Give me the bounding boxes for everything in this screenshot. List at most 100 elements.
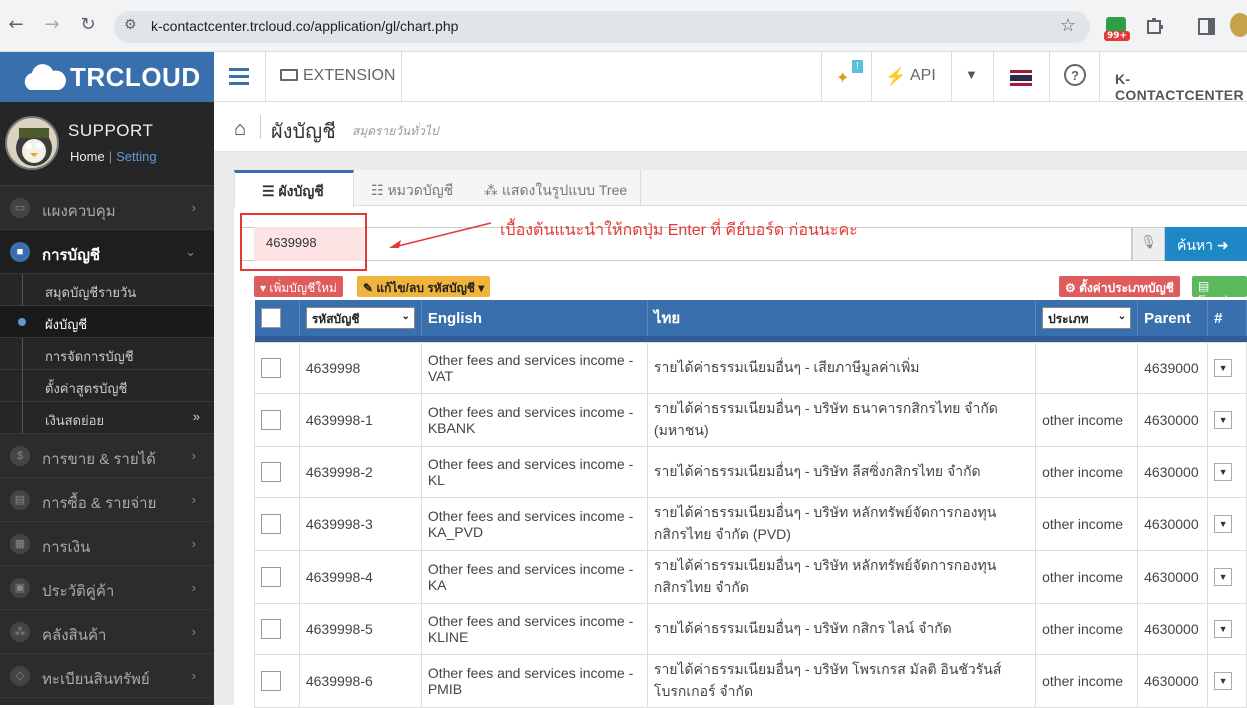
help-button[interactable]: ? — [1049, 52, 1099, 102]
thai-name: รายได้ค่าธรรมเนียมอื่นๆ - บริษัท กสิกร ไ… — [646, 602, 1037, 655]
chevron-right-icon: › — [191, 536, 196, 551]
table-row[interactable]: 4639998-4 Other fees and services income … — [254, 549, 1247, 604]
account-code: 4639998-2 — [298, 445, 422, 498]
menu-accounting[interactable]: ■ การบัญชี ⌄ — [0, 230, 214, 274]
hamburger-menu-icon[interactable] — [214, 52, 266, 102]
table-row[interactable]: 4639998-6 Other fees and services income … — [254, 653, 1247, 708]
account-code: 4639998-1 — [298, 392, 422, 447]
row-menu-cell: ▼ — [1207, 392, 1247, 447]
row-dropdown-icon[interactable]: ▼ — [1214, 515, 1233, 533]
diamond-icon: ◇ — [10, 666, 30, 686]
table-row[interactable]: 4639998-1 Other fees and services income … — [254, 392, 1247, 447]
menu-sales[interactable]: $ การขาย & รายได้ › — [0, 434, 214, 478]
add-account-button[interactable]: ▾ เพิ่มบัญชีใหม่ — [254, 276, 343, 297]
english-name: Other fees and services income - KBANK — [420, 392, 648, 447]
english-name: Other fees and services income - KA — [420, 549, 648, 604]
site-info-icon[interactable]: ⚙ — [124, 17, 137, 33]
search-button[interactable]: ค้นหา ➜ — [1165, 227, 1247, 261]
menu-dashboard[interactable]: ▭ แผงควบคุม › — [0, 186, 214, 230]
menu-contacts[interactable]: ▣ ประวัติคู่ค้า › — [0, 566, 214, 610]
menu-purchases[interactable]: ▤ การซื้อ & รายจ่าย › — [0, 478, 214, 522]
home-link[interactable]: Home — [70, 149, 105, 164]
extension-button[interactable]: EXTENSION — [266, 52, 402, 102]
submenu-petty-cash[interactable]: เงินสดย่อย » — [0, 402, 214, 434]
edit-delete-button[interactable]: ✎ แก้ไข/ลบ รหัสบัญชี ▾ — [357, 276, 491, 297]
table-row[interactable]: 4639998-2 Other fees and services income … — [254, 445, 1247, 498]
row-dropdown-icon[interactable]: ▼ — [1214, 411, 1233, 429]
chevron-right-icon: › — [191, 492, 196, 507]
row-checkbox[interactable] — [261, 513, 281, 534]
home-icon[interactable]: ⌂ — [234, 118, 246, 141]
row-checkbox[interactable] — [261, 409, 281, 430]
chevron-right-icon: › — [191, 200, 196, 215]
parent-code: 4630000 — [1137, 602, 1209, 655]
set-account-type-button[interactable]: ⚙ ตั้งค่าประเภทบัญชี — [1059, 276, 1180, 297]
menu-assets[interactable]: ◇ ทะเบียนสินทรัพย์ › — [0, 654, 214, 698]
submenu-formula-settings[interactable]: ตั้งค่าสูตรบัญชี — [0, 370, 214, 402]
row-dropdown-icon[interactable]: ▼ — [1214, 672, 1233, 690]
chevron-down-icon: ⌄ — [1117, 311, 1127, 322]
row-select-cell — [254, 445, 300, 498]
setting-link[interactable]: Setting — [116, 149, 156, 164]
row-dropdown-icon[interactable]: ▼ — [1214, 620, 1233, 638]
tab-tree-view[interactable]: ⁂ แสดงในรูปแบบ Tree — [484, 170, 644, 206]
thai-name: รายได้ค่าธรรมเนียมอื่นๆ - เสียภาษีมูลค่า… — [646, 341, 1037, 394]
row-dropdown-icon[interactable]: ▼ — [1214, 359, 1233, 377]
brand-name: TRCLOUD — [70, 62, 201, 92]
menu-finance[interactable]: ▦ การเงิน › — [0, 522, 214, 566]
submenu-account-management[interactable]: การจัดการบัญชี — [0, 338, 214, 370]
row-checkbox[interactable] — [261, 618, 281, 639]
table-row[interactable]: 4639998-5 Other fees and services income … — [254, 602, 1247, 655]
party-popper-icon: ✦ — [836, 70, 850, 87]
tab-account-groups[interactable]: ☷ หมวดบัญชี — [371, 170, 476, 206]
type-column-select[interactable]: ประเภท ⌄ — [1042, 307, 1132, 329]
thai-header: ไทย — [647, 300, 1037, 336]
table-row[interactable]: 4639998-3 Other fees and services income … — [254, 496, 1247, 551]
caret-down-icon: ▾ — [260, 281, 270, 295]
company-menu[interactable]: K-CONTACTCENTER — [1099, 52, 1247, 103]
account-type: other income — [1035, 445, 1139, 498]
reload-icon[interactable]: ↻ — [76, 14, 100, 35]
row-select-cell — [254, 549, 300, 604]
menu-label: ทะเบียนสินทรัพย์ — [42, 671, 150, 688]
row-checkbox[interactable] — [261, 670, 281, 691]
brand-logo[interactable]: TRCLOUD — [0, 52, 214, 102]
list-icon: ☰ — [262, 183, 279, 199]
help-icon: ? — [1064, 64, 1086, 86]
chevron-right-icon: › — [191, 668, 196, 683]
table-header: รหัสบัญชี ⌄ English ไทย ประเภท ⌄ Parent # — [254, 300, 1247, 336]
account-code: 4639998-4 — [298, 549, 422, 604]
menu-label: การซื้อ & รายจ่าย — [42, 495, 157, 512]
row-dropdown-icon[interactable]: ▼ — [1214, 463, 1233, 481]
menu-inventory[interactable]: ⁂ คลังสินค้า › — [0, 610, 214, 654]
row-menu-cell: ▼ — [1207, 602, 1247, 655]
language-button[interactable] — [993, 52, 1049, 102]
sitemap-icon: ⁂ — [484, 182, 502, 198]
code-column-select[interactable]: รหัสบัญชี ⌄ — [305, 307, 415, 329]
submenu-journal[interactable]: สมุดบัญชีรายวัน — [0, 274, 214, 306]
notifications-button[interactable]: ✦ ! — [821, 52, 871, 102]
row-dropdown-icon[interactable]: ▼ — [1214, 568, 1233, 586]
dropdown-button[interactable]: ▼ — [951, 52, 993, 102]
table-row[interactable]: 4639998 Other fees and services income - … — [254, 341, 1247, 394]
sidebar: TRCLOUD SUPPORT Home | Setting ▭ แผงควบคุม… — [0, 52, 214, 705]
excel-button[interactable]: ▤ Excel — [1192, 276, 1247, 307]
parent-code: 4639000 — [1137, 341, 1209, 394]
microphone-icon[interactable]: 🎙 — [1132, 227, 1165, 261]
api-button[interactable]: ⚡ API — [871, 52, 951, 102]
address-bar[interactable]: ⚙ k-contactcenter.trcloud.co/application… — [114, 11, 1090, 43]
forward-icon[interactable]: → — [40, 14, 64, 35]
row-checkbox[interactable] — [261, 461, 281, 482]
annotation-arrow — [389, 222, 492, 248]
puzzle-icon[interactable] — [1144, 17, 1164, 37]
tab-chart-of-accounts[interactable]: ☰ ผังบัญชี — [234, 170, 354, 207]
select-all-checkbox[interactable] — [260, 308, 281, 328]
row-checkbox[interactable] — [261, 566, 281, 587]
back-icon[interactable]: ← — [4, 14, 28, 35]
profile-avatar[interactable] — [1230, 13, 1247, 37]
row-checkbox[interactable] — [261, 357, 281, 378]
account-type: other income — [1035, 653, 1139, 708]
submenu-chart-of-accounts[interactable]: ผังบัญชี — [0, 306, 214, 338]
bookmark-star-icon[interactable]: ☆ — [1060, 15, 1076, 36]
sidepanel-icon[interactable] — [1198, 18, 1216, 36]
